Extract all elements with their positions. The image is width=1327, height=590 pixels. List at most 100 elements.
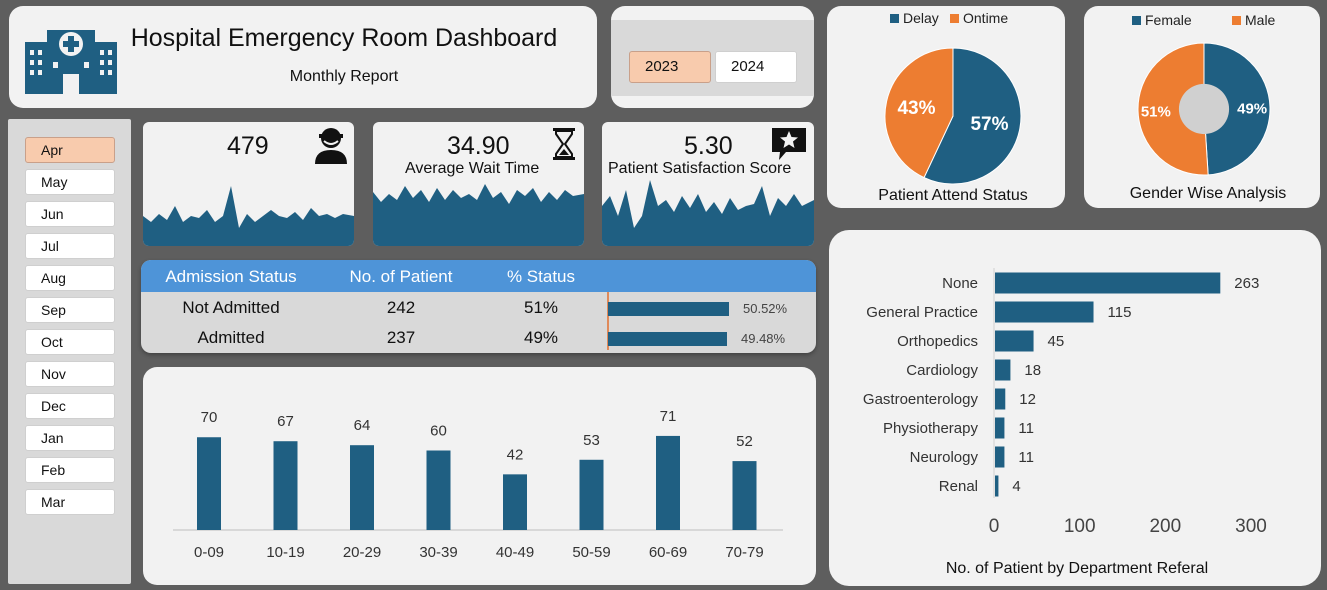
legend-label: Ontime — [963, 10, 1008, 26]
user-icon — [315, 128, 347, 164]
kpi-wait-label: Average Wait Time — [405, 160, 540, 177]
dept-bar — [995, 417, 1005, 439]
legend-swatch — [950, 14, 959, 23]
age-bar — [350, 445, 374, 530]
dept-bar — [995, 475, 999, 497]
patient-attend-status-chart: Delay Ontime 57% 43% Patient Attend Status — [878, 10, 1027, 204]
dept-category-label: General Practice — [866, 304, 978, 321]
dept-bar — [995, 272, 1221, 294]
dept-bar-value: 12 — [1019, 391, 1036, 408]
department-referral-card: None 263 General Practice 115 Orthopedics 45 C… — [829, 230, 1321, 586]
age-bar-value: 42 — [507, 446, 524, 463]
age-tick-label: 20-29 — [343, 544, 381, 561]
dept-category-label: Gastroenterology — [863, 391, 979, 408]
patients-sparkline — [143, 186, 354, 246]
year-slicer: 2023 2024 — [611, 6, 814, 108]
age-group-chart: 70 0-09 67 10-19 64 20-29 60 30-39 42 40-49 53 50-5… — [143, 367, 816, 585]
dept-category-label: Renal — [939, 478, 978, 495]
age-bar-value: 71 — [660, 408, 677, 425]
dept-bar-value: 11 — [1018, 420, 1034, 437]
month-button-dec[interactable]: Dec — [25, 393, 115, 419]
kpi-patients-value: 479 — [227, 132, 269, 160]
age-bar — [197, 437, 221, 530]
pie-slice-label: 43% — [897, 98, 935, 119]
row-pct: 49% — [523, 328, 559, 347]
dept-x-tick: 300 — [1235, 516, 1267, 537]
legend-swatch — [890, 14, 899, 23]
year-button-2024[interactable]: 2024 — [715, 51, 797, 83]
table-row: Admitted 237 49% 49.48% — [141, 323, 816, 353]
month-button-jul[interactable]: Jul — [25, 233, 115, 259]
age-bar — [656, 435, 680, 530]
age-bar-value: 70 — [201, 409, 218, 426]
pie-slice-label: 49% — [1237, 100, 1267, 117]
gender-analysis-card: Female Male 49% 51% Gender Wise Analysis — [1084, 6, 1320, 208]
page-subtitle: Monthly Report — [289, 68, 399, 85]
donut-hole — [1178, 83, 1230, 135]
page-title: Hospital Emergency Room Dashboard — [130, 24, 558, 52]
wait-time-sparkline — [373, 184, 584, 246]
age-tick-label: 0-09 — [194, 544, 224, 561]
dept-category-label: Physiotherapy — [883, 420, 979, 437]
legend-label: Female — [1145, 12, 1192, 28]
year-slicer-panel: 2023 2024 — [611, 20, 814, 96]
admission-status-table: Admission Status No. of Patient % Status… — [141, 260, 816, 353]
dept-bar-value: 263 — [1234, 275, 1259, 292]
dept-category-label: Cardiology — [906, 362, 978, 379]
age-bar-value: 60 — [430, 422, 447, 439]
year-button-2023[interactable]: 2023 — [629, 51, 711, 83]
dept-category-label: Neurology — [910, 449, 979, 466]
month-button-sep[interactable]: Sep — [25, 297, 115, 323]
gender-analysis-chart: Female Male 49% 51% Gender Wise Analysis — [1130, 12, 1287, 202]
department-referral-chart: None 263 General Practice 115 Orthopedics 45 C… — [863, 268, 1267, 577]
legend-swatch — [1232, 16, 1241, 25]
dept-bar — [995, 330, 1034, 352]
dept-chart-title: No. of Patient by Department Referal — [946, 560, 1208, 577]
row-share-bar — [608, 332, 727, 346]
age-tick-label: 50-59 — [572, 544, 610, 561]
dept-bar — [995, 301, 1094, 323]
header-admission-status: Admission Status — [165, 267, 297, 286]
header-pct-status: % Status — [506, 267, 576, 286]
month-button-oct[interactable]: Oct — [25, 329, 115, 355]
kpi-patient-satisfaction: 5.30 Patient Satisfaction Score — [602, 122, 814, 246]
legend-label: Male — [1245, 12, 1276, 28]
month-button-aug[interactable]: Aug — [25, 265, 115, 291]
row-share-label: 49.48% — [741, 331, 786, 346]
star-review-icon — [772, 128, 806, 160]
month-button-jan[interactable]: Jan — [25, 425, 115, 451]
month-button-feb[interactable]: Feb — [25, 457, 115, 483]
dept-bar — [995, 446, 1005, 468]
age-bar-value: 64 — [354, 417, 371, 434]
row-share-bar — [608, 302, 729, 316]
hospital-icon — [25, 30, 117, 94]
legend-swatch — [1132, 16, 1141, 25]
month-slicer: Apr May Jun Jul Aug Sep Oct Nov Dec Jan … — [8, 119, 131, 584]
age-bar-value: 52 — [736, 433, 753, 450]
age-bar — [579, 459, 604, 530]
kpi-wait-value: 34.90 — [447, 132, 510, 160]
dept-bar-value: 115 — [1108, 304, 1132, 321]
month-button-jun[interactable]: Jun — [25, 201, 115, 227]
dept-bar-value: 4 — [1012, 478, 1020, 495]
age-tick-label: 10-19 — [266, 544, 304, 561]
month-button-mar[interactable]: Mar — [25, 489, 115, 515]
row-share-label: 50.52% — [743, 301, 788, 316]
row-count: 237 — [386, 328, 416, 347]
month-button-nov[interactable]: Nov — [25, 361, 115, 387]
legend-label: Delay — [903, 10, 939, 26]
pie-title: Gender Wise Analysis — [1130, 185, 1287, 202]
table-row: Not Admitted 242 51% 50.52% — [141, 293, 816, 323]
row-count: 242 — [386, 298, 416, 317]
month-button-may[interactable]: May — [25, 169, 115, 195]
age-bar — [503, 474, 527, 530]
age-tick-label: 60-69 — [649, 544, 687, 561]
month-button-apr[interactable]: Apr — [25, 137, 115, 163]
row-status: Not Admitted — [182, 298, 280, 317]
satisfaction-sparkline — [602, 180, 814, 246]
row-pct: 51% — [523, 298, 559, 317]
age-tick-label: 70-79 — [725, 544, 763, 561]
title-card: Hospital Emergency Room Dashboard Monthl… — [9, 6, 597, 108]
dept-x-tick: 0 — [989, 516, 1000, 537]
age-bar-value: 53 — [583, 432, 600, 449]
